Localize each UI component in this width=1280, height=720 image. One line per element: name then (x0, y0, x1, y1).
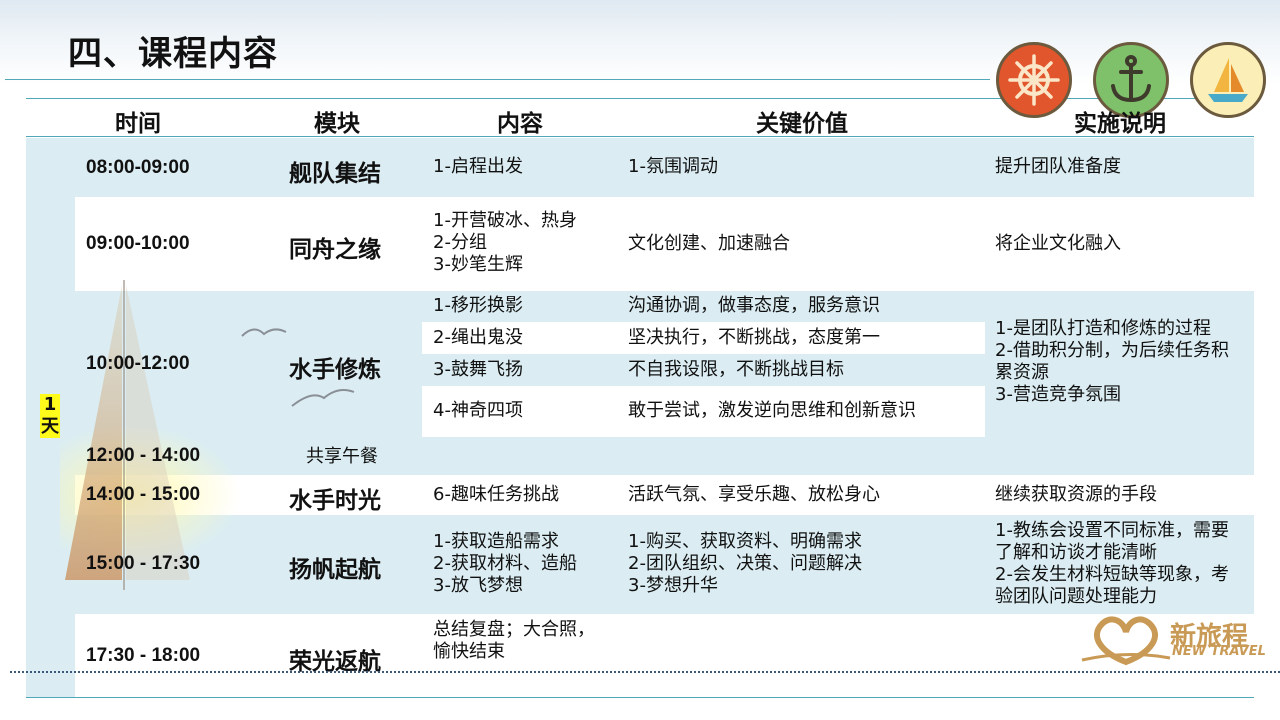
row-content: 6-趣味任务挑战 (433, 484, 559, 505)
header-note: 实施说明 (1074, 111, 1166, 137)
row-note: 提升团队准备度 (995, 156, 1121, 177)
header-module: 模块 (314, 111, 360, 137)
subrow-value: 敢于尝试，激发逆向思维和创新意识 (628, 400, 916, 421)
sailboat-icon (1190, 42, 1266, 118)
seagull-icon (241, 328, 287, 337)
logo-sub: NEW TRAVEL (1172, 644, 1266, 659)
day-label: 1 天 (40, 394, 60, 438)
row-value: 文化创建、加速融合 (628, 233, 790, 254)
row-content: 总结复盘；大合照， 愉快结束 (433, 619, 595, 662)
row-module: 水手时光 (289, 488, 381, 514)
subrow-content: 2-绳出鬼没 (433, 327, 523, 348)
left-strip (26, 197, 75, 291)
row-value: 活跃气氛、享受乐趣、放松身心 (628, 484, 880, 505)
row-note: 将企业文化融入 (995, 233, 1121, 254)
row-value: 1-氛围调动 (628, 156, 718, 177)
header-value: 关键价值 (756, 111, 848, 137)
row-content: 1-开营破冰、热身 2-分组 3-妙笔生辉 (433, 210, 577, 275)
row-note: 1-教练会设置不同标准，需要了解和访谈才能清晰 2-会发生材料短缺等现象，考验团… (995, 520, 1229, 607)
left-strip-3 (26, 614, 75, 697)
row-time: 12:00 - 14:00 (86, 445, 201, 466)
seagull-icon (291, 389, 355, 407)
page-title: 四、课程内容 (68, 34, 278, 74)
subrow-content: 1-移形换影 (433, 295, 523, 316)
subrow-value: 沟通协调，做事态度，服务意识 (628, 295, 880, 316)
row-time: 09:00-10:00 (86, 233, 190, 254)
row-module: 同舟之缘 (289, 237, 381, 263)
header-top-line (26, 98, 1254, 99)
table-bottom-line (26, 697, 1254, 698)
title-underline (5, 79, 990, 80)
row-module: 舰队集结 (289, 161, 381, 187)
row-content: 1-启程出发 (433, 156, 523, 177)
row-time: 14:00 - 15:00 (86, 484, 201, 505)
row-time: 17:30 - 18:00 (86, 645, 201, 666)
subrow-content: 3-鼓舞飞扬 (433, 359, 523, 380)
row-time: 08:00-09:00 (86, 157, 190, 178)
row-module: 共享午餐 (306, 446, 378, 467)
subrow-content: 4-神奇四项 (433, 400, 523, 421)
row-value: 1-购买、获取资料、明确需求 2-团队组织、决策、问题解决 3-梦想升华 (628, 531, 862, 596)
row-module: 扬帆起航 (289, 557, 381, 583)
dotted-divider (10, 671, 1280, 673)
header-time: 时间 (115, 111, 161, 137)
header-content: 内容 (497, 111, 543, 137)
row-time: 15:00 - 17:30 (86, 553, 201, 574)
row-note: 继续获取资源的手段 (995, 484, 1157, 505)
logo-mark-icon (1081, 616, 1171, 666)
row-content: 1-获取造船需求 2-获取材料、造船 3-放飞梦想 (433, 531, 577, 596)
row-note: 1-是团队打造和修炼的过程 2-借助积分制，为后续任务积累资源 3-营造竞争氛围 (995, 318, 1229, 405)
subrow-value: 坚决执行，不断挑战，态度第一 (628, 327, 880, 348)
row-module: 水手修炼 (289, 357, 381, 383)
row-time: 10:00-12:00 (86, 353, 190, 374)
subrow-value: 不自我设限，不断挑战目标 (628, 359, 844, 380)
